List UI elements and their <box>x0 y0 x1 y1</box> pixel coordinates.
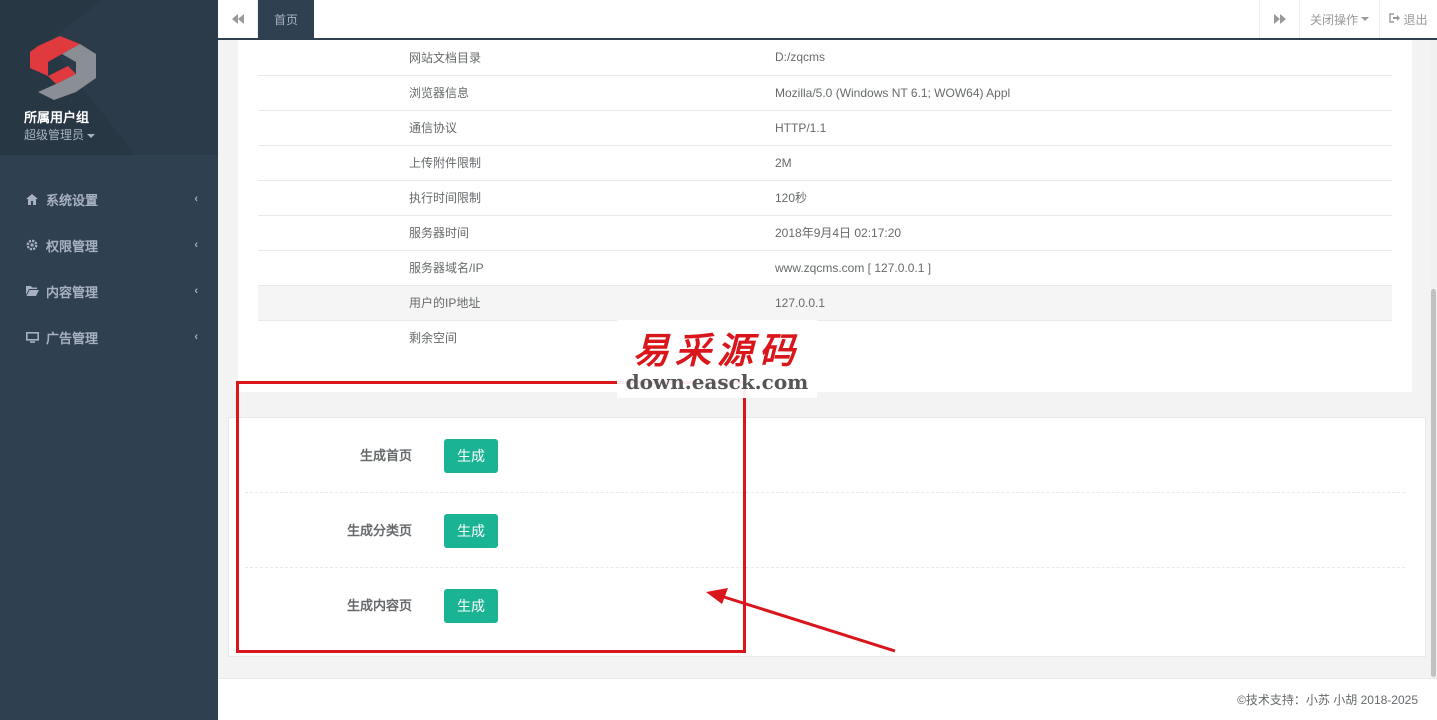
info-value: www.zqcms.com [ 127.0.0.1 ] <box>775 250 1392 286</box>
generate-label: 生成内容页 <box>346 598 412 613</box>
sidebar-item-system-settings[interactable]: 系统设置 ‹ <box>0 176 218 222</box>
scroll-tabs-left-button[interactable] <box>218 0 258 38</box>
sidebar-profile: 所属用户组 超级管理员 <box>0 0 218 155</box>
gear-icon <box>24 239 40 251</box>
logout-label: 退出 <box>1403 12 1428 27</box>
chevron-left-icon: ‹ <box>194 331 198 343</box>
info-value: 120秒 <box>775 180 1392 216</box>
table-row: 用户的IP地址 127.0.0.1 <box>258 285 1392 321</box>
generate-row-category: 生成分类页 生成 <box>245 493 1405 568</box>
info-value: HTTP/1.1 <box>775 110 1392 146</box>
sidebar-item-label: 系统设置 <box>46 192 99 208</box>
info-value: 2018年9月4日 02:17:20 <box>775 215 1392 251</box>
info-key: 执行时间限制 <box>258 180 775 216</box>
footer: ©技术支持：小苏 小胡 2018-2025 <box>218 678 1437 720</box>
chevron-left-icon: ‹ <box>194 239 198 251</box>
info-key: 通信协议 <box>258 110 775 146</box>
generate-category-button[interactable]: 生成 <box>444 514 498 548</box>
top-tab-bar: 首页 关闭操作 退出 <box>218 0 1437 40</box>
generate-label: 生成首页 <box>359 448 412 463</box>
scroll-tabs-right-button[interactable] <box>1259 0 1299 38</box>
info-key: 剩余空间 <box>409 331 458 346</box>
generate-label: 生成分类页 <box>346 523 412 538</box>
info-value: 76M <box>775 330 799 345</box>
table-row: 浏览器信息 Mozilla/5.0 (Windows NT 6.1; WOW64)… <box>258 75 1392 111</box>
info-key: 服务器域名/IP <box>258 250 775 286</box>
table-row: 通信协议 HTTP/1.1 <box>258 110 1392 146</box>
table-row: 上传附件限制 2M <box>258 145 1392 181</box>
double-chevron-right-icon <box>1273 12 1286 27</box>
table-row: 网站文档目录 D:/zqcms <box>258 40 1392 76</box>
info-key: 用户的IP地址 <box>258 285 775 321</box>
logout-button[interactable]: 退出 <box>1379 0 1437 38</box>
double-chevron-left-icon <box>231 12 244 27</box>
server-info-panel: 网站文档目录 D:/zqcms 浏览器信息 Mozilla/5.0 (Windows… <box>238 40 1412 392</box>
info-value: 127.0.0.1 <box>775 285 1392 321</box>
sign-out-icon <box>1389 12 1401 26</box>
generate-homepage-button[interactable]: 生成 <box>444 439 498 473</box>
tab-home[interactable]: 首页 <box>258 0 314 38</box>
user-role-label: 超级管理员 <box>24 128 85 142</box>
info-key: 浏览器信息 <box>258 75 775 111</box>
sidebar-item-label: 内容管理 <box>46 284 99 300</box>
sidebar-item-permissions[interactable]: 权限管理 ‹ <box>0 222 218 268</box>
info-value: Mozilla/5.0 (Windows NT 6.1; WOW64) Appl <box>775 75 1392 111</box>
caret-down-icon <box>1361 17 1369 21</box>
generate-row-homepage: 生成首页 生成 <box>245 418 1405 493</box>
sidebar-nav: 系统设置 ‹ 权限管理 ‹ 内容管理 ‹ 广告管理 ‹ <box>0 176 218 360</box>
sidebar-item-ads[interactable]: 广告管理 ‹ <box>0 314 218 360</box>
folder-open-icon <box>24 286 40 296</box>
home-icon <box>24 193 40 205</box>
footer-credits: ©技术支持：小苏 小胡 2018-2025 <box>1237 693 1418 707</box>
info-key: 上传附件限制 <box>258 145 775 181</box>
info-value: D:/zqcms <box>775 40 1392 76</box>
info-key: 网站文档目录 <box>258 40 775 76</box>
table-row: 服务器时间 2018年9月4日 02:17:20 <box>258 215 1392 251</box>
user-role-dropdown[interactable]: 超级管理员 <box>24 126 96 143</box>
table-row: 服务器域名/IP www.zqcms.com [ 127.0.0.1 ] <box>258 250 1392 286</box>
brand-logo-icon <box>30 36 96 100</box>
chevron-left-icon: ‹ <box>194 193 198 205</box>
generate-content-button[interactable]: 生成 <box>444 589 498 623</box>
server-info-table: 网站文档目录 D:/zqcms 浏览器信息 Mozilla/5.0 (Windows… <box>258 40 1392 355</box>
info-value: 2M <box>775 145 1392 181</box>
generate-row-content: 生成内容页 生成 <box>245 568 1405 643</box>
generate-panel: 生成首页 生成 生成分类页 生成 生成内容页 生成 <box>228 417 1426 657</box>
caret-down-icon <box>87 133 96 138</box>
table-row: 剩余空间 76M <box>258 320 1392 355</box>
chevron-left-icon: ‹ <box>194 285 198 297</box>
info-key: 服务器时间 <box>258 215 775 251</box>
sidebar-item-label: 广告管理 <box>46 330 99 346</box>
sidebar-item-label: 权限管理 <box>46 238 99 254</box>
table-row: 执行时间限制 120秒 <box>258 180 1392 216</box>
sidebar: 所属用户组 超级管理员 系统设置 ‹ 权限管理 ‹ 内容管理 ‹ 广告管理 ‹ <box>0 0 218 720</box>
sidebar-item-content[interactable]: 内容管理 ‹ <box>0 268 218 314</box>
monitor-icon <box>24 331 40 343</box>
scrollbar-thumb[interactable] <box>1431 289 1436 677</box>
user-group-title: 所属用户组 <box>24 110 90 125</box>
close-operations-dropdown[interactable]: 关闭操作 <box>1299 0 1379 38</box>
close-operations-label: 关闭操作 <box>1309 12 1358 27</box>
